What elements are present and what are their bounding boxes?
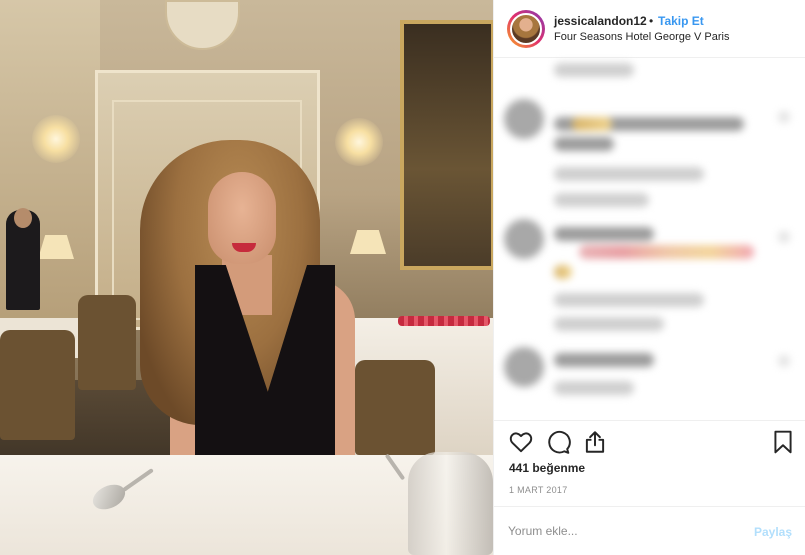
post-sidebar: jessicalandon12 • Takip Et Four Seasons … [493, 0, 805, 555]
comment-form: Paylaş [494, 506, 805, 555]
dining-chair [0, 330, 75, 440]
comment-text [554, 353, 654, 367]
comment-avatar [504, 219, 544, 259]
location-link[interactable]: Four Seasons Hotel George V Paris [554, 31, 729, 43]
comment-like-icon [778, 231, 790, 243]
comment-meta [554, 293, 704, 307]
follow-button[interactable]: Takip Et [658, 14, 704, 28]
waiter-head [14, 208, 32, 228]
gilded-mirror [400, 20, 493, 270]
rose-petals [398, 316, 490, 326]
heart-icon[interactable] [508, 429, 534, 455]
action-bar [494, 420, 805, 460]
comment-bubble-icon[interactable] [545, 429, 571, 455]
comment-input[interactable] [508, 519, 738, 543]
dining-chair [78, 295, 136, 390]
post-photo[interactable] [0, 0, 493, 555]
likes-count[interactable]: 441 beğenme [509, 461, 585, 475]
comments-list [494, 59, 805, 419]
bookmark-icon[interactable] [770, 429, 796, 455]
post-comment-button[interactable]: Paylaş [754, 525, 792, 539]
comment-emoji [579, 245, 754, 259]
comment-like-icon [778, 111, 790, 123]
comment-meta [554, 167, 704, 181]
comment-text [554, 137, 614, 151]
comment-emoji [572, 117, 612, 131]
water-glass [408, 452, 493, 555]
story-ring[interactable] [507, 10, 545, 48]
comment-like-icon [778, 355, 790, 367]
post-date: 1 MART 2017 [509, 485, 568, 495]
comment-emoji [554, 265, 572, 279]
wall-sconce [32, 115, 80, 163]
dining-chair [355, 360, 435, 455]
comment-avatar [504, 99, 544, 139]
ceiling-medallion [165, 0, 240, 50]
table-lamp [350, 230, 386, 254]
post-header: jessicalandon12 • Takip Et Four Seasons … [494, 0, 805, 58]
wall-sconce [335, 118, 383, 166]
comment-avatar [504, 347, 544, 387]
share-upload-icon[interactable] [582, 429, 608, 455]
comment-meta [554, 193, 649, 207]
separator-dot: • [649, 14, 654, 28]
comment-meta [554, 317, 664, 331]
avatar[interactable] [510, 13, 542, 45]
comment-meta [554, 381, 634, 395]
username-link[interactable]: jessicalandon12 [554, 14, 647, 28]
comment-text [554, 227, 654, 241]
comment-text [554, 63, 634, 77]
